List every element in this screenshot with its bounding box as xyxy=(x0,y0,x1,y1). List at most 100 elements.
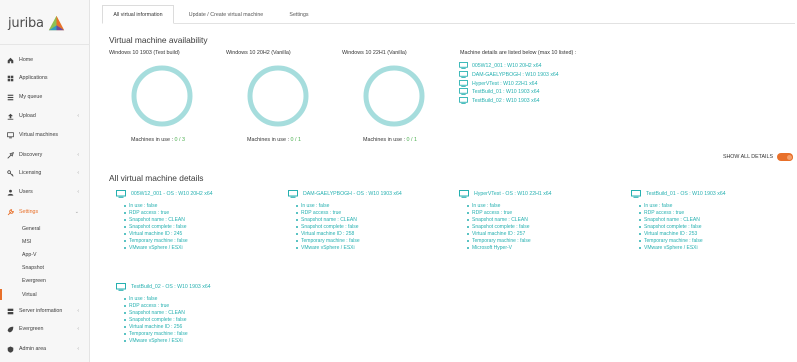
machines-in-use-label: Machines in use : xyxy=(131,137,173,143)
vm-card-title[interactable]: 005W12_001 - OS : W10 20H2 x64 xyxy=(116,189,213,199)
sidebar-item-label: Home xyxy=(19,57,34,63)
key-icon xyxy=(7,169,14,177)
monitor-icon xyxy=(459,97,468,104)
subitem-label: Virtual xyxy=(22,291,37,298)
prop-text: Temporary machine : false xyxy=(129,238,188,244)
show-all-details-toggle-wrap: SHOW ALL DETAILS xyxy=(723,153,793,161)
vm-availability-title: Windows 10 20H2 (Vanilla) xyxy=(226,50,291,56)
machines-in-use-count: 0 / 1 xyxy=(290,137,301,143)
sidebar-subitem-evergreen[interactable]: Evergreen xyxy=(0,275,90,286)
vm-card-title-text: 005W12_001 - OS : W10 20H2 x64 xyxy=(131,191,213,197)
sidebar-subitem-appv[interactable]: App-V xyxy=(0,249,90,260)
subitem-label: General xyxy=(22,225,41,232)
discovery-icon xyxy=(7,151,14,159)
machines-in-use: Machines in use : 0 / 1 xyxy=(247,137,301,143)
vm-card-prop: Virtual machine ID : 245 xyxy=(124,231,182,237)
prop-text: In use : false xyxy=(301,203,330,209)
vm-card-title[interactable]: TestBuild_01 - OS : W10 1903 x64 xyxy=(631,189,726,199)
machine-list-item[interactable]: TestBuild_02 : W10 1903 x64 xyxy=(459,96,539,105)
applications-icon xyxy=(7,75,14,82)
tab-settings[interactable]: Settings xyxy=(280,5,318,24)
sidebar-subitem-virtual[interactable]: Virtual xyxy=(0,289,90,300)
monitor-icon xyxy=(116,190,126,198)
vm-card-prop: Temporary machine : false xyxy=(124,331,188,337)
sidebar-item-evergreen[interactable]: Evergreen ‹ xyxy=(0,322,90,336)
vm-card-title[interactable]: DAM-GAELYPBOGH - OS : W10 1903 x64 xyxy=(288,189,402,199)
prop-text: Virtual machine ID : 253 xyxy=(644,231,698,237)
prop-text: RDP access : true xyxy=(472,210,513,216)
machine-list-item[interactable]: DAM-GAELYPBOGH : W10 1903 x64 xyxy=(459,70,559,79)
machine-list-label: HyperVTest : W10 22H1 x64 xyxy=(472,80,538,87)
sidebar-item-home[interactable]: Home xyxy=(0,53,90,67)
prop-text: Temporary machine : false xyxy=(472,238,531,244)
vm-card-prop: VMware vSphere / ESXi xyxy=(639,245,698,251)
prop-text: RDP access : true xyxy=(129,303,170,309)
vm-card-prop: Virtual machine ID : 256 xyxy=(124,324,182,330)
chevron-left-icon: ‹ xyxy=(77,308,79,314)
prop-text: RDP access : true xyxy=(301,210,342,216)
vm-card-prop: Snapshot complete : false xyxy=(124,317,187,323)
vm-card-prop: In use : false xyxy=(639,203,672,209)
vm-card-prop: RDP access : true xyxy=(124,303,169,309)
prop-text: Virtual machine ID : 245 xyxy=(129,231,183,237)
sidebar-item-virtual-machines[interactable]: Virtual machines xyxy=(0,128,90,142)
prop-text: In use : false xyxy=(129,296,158,302)
main-content: All virtual information Update / Create … xyxy=(90,0,797,362)
tab-all-virtual-information[interactable]: All virtual information xyxy=(102,5,174,24)
vm-availability-title: Windows 10 22H1 (Vanilla) xyxy=(342,50,407,56)
sidebar-item-admin-area[interactable]: Admin area ‹ xyxy=(0,342,90,356)
sidebar: juriba Home Applications My queue Upload… xyxy=(0,0,90,362)
machine-details-label: Machine details are listed below (max 10… xyxy=(460,50,577,56)
vm-card-prop: Snapshot name : CLEAN xyxy=(124,217,185,223)
vm-card-title-text: TestBuild_01 - OS : W10 1903 x64 xyxy=(646,191,726,197)
details-heading: All virtual machine details xyxy=(109,173,204,183)
prop-text: Snapshot complete : false xyxy=(129,224,187,230)
sidebar-item-server-information[interactable]: Server information ‹ xyxy=(0,304,90,318)
vm-card-prop: RDP access : true xyxy=(296,210,341,216)
admin-icon xyxy=(7,346,14,353)
server-icon xyxy=(7,308,14,315)
machine-list-item[interactable]: 005W12_001 : W10 20H2 x64 xyxy=(459,61,542,70)
sidebar-item-applications[interactable]: Applications xyxy=(0,71,90,85)
sidebar-subitem-msi[interactable]: MSI xyxy=(0,236,90,247)
tab-update-create-virtual-machine[interactable]: Update / Create virtual machine xyxy=(176,5,276,24)
home-icon xyxy=(7,57,14,64)
availability-donut xyxy=(363,65,425,127)
sidebar-item-users[interactable]: Users ‹ xyxy=(0,185,90,199)
prop-text: Snapshot name : CLEAN xyxy=(129,310,185,316)
sidebar-item-upload[interactable]: Upload ‹ xyxy=(0,109,90,123)
sidebar-item-settings[interactable]: Settings ⌄ xyxy=(0,205,90,219)
sidebar-item-label: My queue xyxy=(19,94,43,100)
availability-donut xyxy=(131,65,193,127)
vm-card-prop: VMware vSphere / ESXi xyxy=(124,338,183,344)
prop-text: Snapshot name : CLEAN xyxy=(644,217,700,223)
vm-card-prop: In use : false xyxy=(124,203,157,209)
sidebar-item-my-queue[interactable]: My queue xyxy=(0,90,90,104)
sidebar-subitem-snapshot[interactable]: Snapshot xyxy=(0,262,90,273)
vm-availability-title: Windows 10 1903 (Test build) xyxy=(109,50,180,56)
prop-text: Snapshot name : CLEAN xyxy=(301,217,357,223)
vm-card-prop: Snapshot name : CLEAN xyxy=(639,217,700,223)
show-all-details-toggle[interactable] xyxy=(777,153,793,161)
monitor-icon xyxy=(459,80,468,87)
sidebar-divider xyxy=(0,44,90,45)
tab-label: Settings xyxy=(289,11,309,18)
prop-text: RDP access : true xyxy=(129,210,170,216)
sidebar-subitem-general[interactable]: General xyxy=(0,223,90,234)
machine-list-item[interactable]: TestBuild_01 : W10 1903 x64 xyxy=(459,87,539,96)
vm-card-title[interactable]: TestBuild_02 - OS : W10 1903 x64 xyxy=(116,282,211,292)
monitor-icon xyxy=(459,62,468,69)
vm-card-title[interactable]: HyperVTest - OS : W10 22H1 x64 xyxy=(459,189,552,199)
machine-list-label: DAM-GAELYPBOGH : W10 1903 x64 xyxy=(472,71,559,78)
wrench-icon xyxy=(7,208,14,216)
prop-text: Temporary machine : false xyxy=(644,238,703,244)
logo[interactable]: juriba xyxy=(8,12,65,34)
sidebar-item-discovery[interactable]: Discovery ‹ xyxy=(0,148,90,162)
monitor-icon xyxy=(116,283,126,291)
prop-text: Virtual machine ID : 256 xyxy=(129,324,183,330)
sidebar-item-licensing[interactable]: Licensing ‹ xyxy=(0,166,90,180)
machines-in-use: Machines in use : 0 / 1 xyxy=(363,137,417,143)
users-icon xyxy=(7,189,14,196)
subitem-label: Snapshot xyxy=(22,264,44,271)
prop-text: VMware vSphere / ESXi xyxy=(301,245,355,251)
